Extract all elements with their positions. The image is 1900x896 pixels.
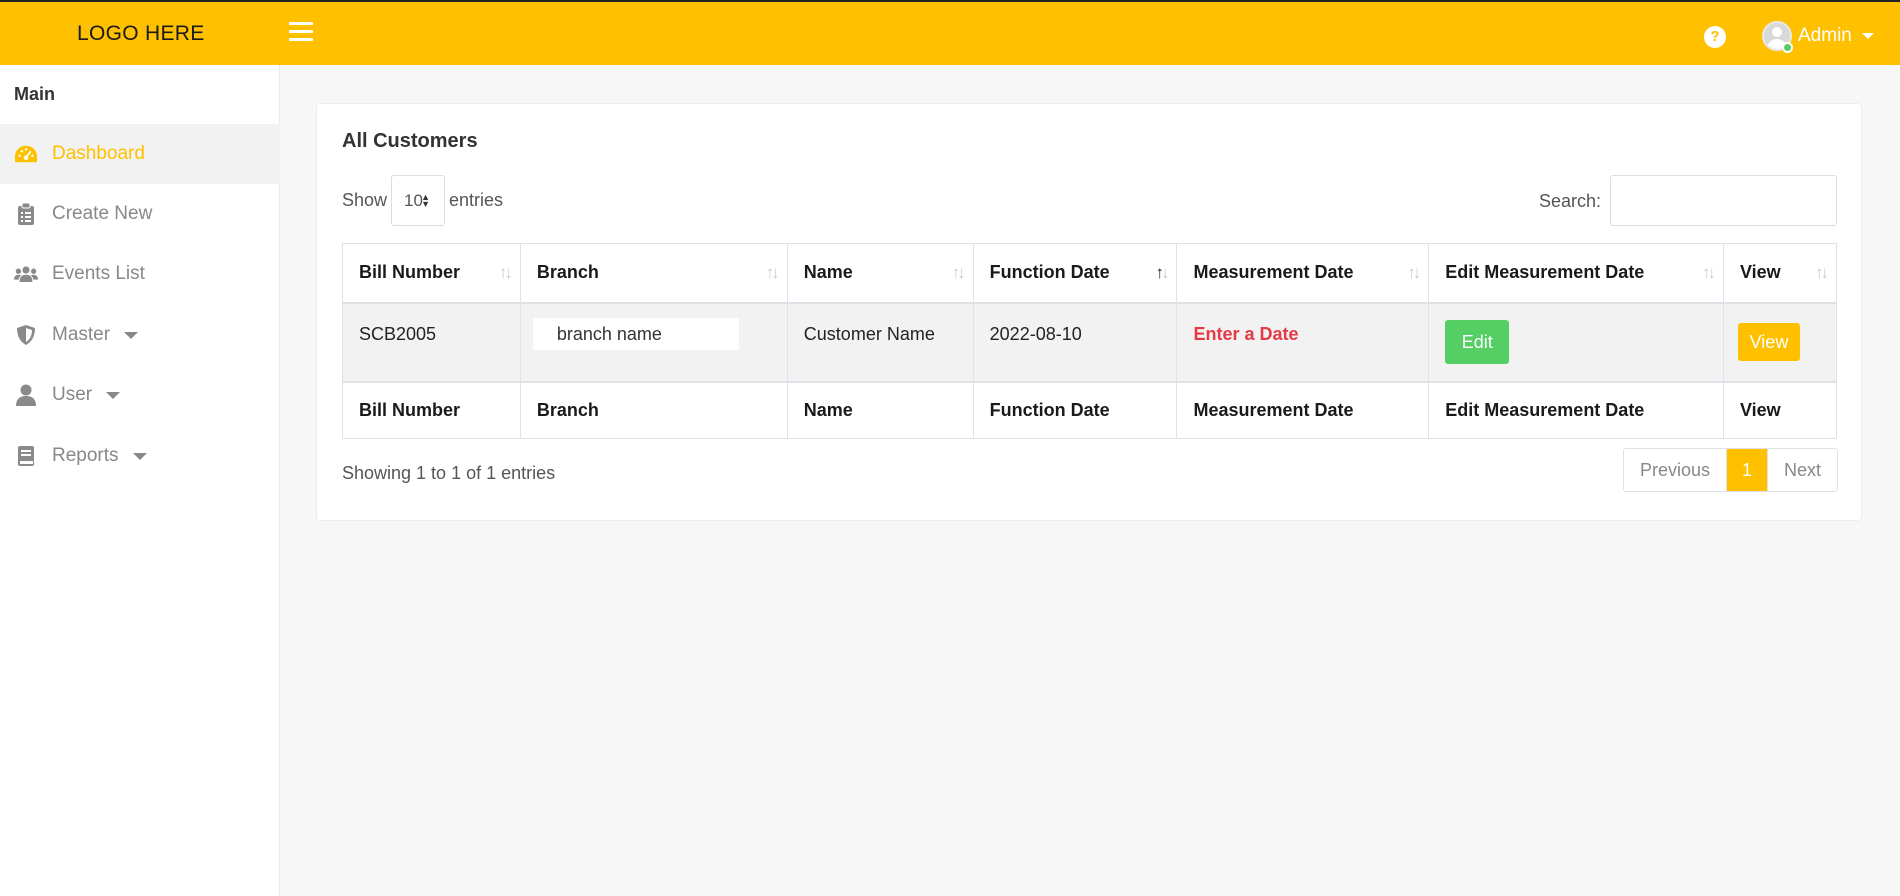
column-header-branch[interactable]: Branch ↑↓ <box>519 243 788 304</box>
logo[interactable]: LOGO HERE <box>77 22 205 46</box>
sidebar-item-master[interactable]: Master <box>0 305 280 365</box>
enter-date-link[interactable]: Enter a Date <box>1193 324 1298 344</box>
clipboard-icon <box>14 202 38 226</box>
sidebar-item-label: Dashboard <box>52 143 145 164</box>
show-label: Show <box>342 190 388 210</box>
sort-icon: ↑↓ <box>498 263 513 282</box>
sort-icon: ↑↓ <box>951 263 966 282</box>
page-title: All Customers <box>342 130 478 152</box>
footer-view: View <box>1722 380 1838 439</box>
previous-page-button[interactable]: Previous <box>1624 449 1727 491</box>
cell-function-date: 2022-08-10 <box>972 302 1178 382</box>
view-button[interactable]: View <box>1737 323 1800 361</box>
sidebar-title: Main <box>14 84 56 104</box>
page-length-value: 10 <box>404 191 423 210</box>
sidebar-item-reports[interactable]: Reports <box>0 426 280 486</box>
column-header-measurement-date[interactable]: Measurement Date ↑↓ <box>1176 243 1430 304</box>
footer-bill-number: Bill Number <box>342 380 521 439</box>
sidebar-item-label: Master <box>52 324 111 345</box>
select-arrows-icon: ▲ ▼ <box>421 192 430 209</box>
online-status-icon <box>1782 42 1793 53</box>
cell-view: View <box>1722 302 1838 382</box>
dashboard-icon <box>14 142 38 166</box>
footer-measurement-date: Measurement Date <box>1176 380 1430 439</box>
column-header-name[interactable]: Name ↑↓ <box>786 243 974 304</box>
table-info: Showing 1 to 1 of 1 entries <box>342 463 556 483</box>
table-footer-row: Bill Number Branch Name Function Date Me… <box>342 380 1838 439</box>
sidebar-item-label: Events List <box>52 263 145 284</box>
help-icon[interactable]: ? <box>1704 26 1726 48</box>
table-header-row: Bill Number ↑↓ Branch ↑↓ Name ↑↓ Function D… <box>342 243 1838 304</box>
sidebar-item-user[interactable]: User <box>0 365 280 425</box>
customers-table: Bill Number ↑↓ Branch ↑↓ Name ↑↓ Function D… <box>342 243 1838 439</box>
user-icon <box>14 383 38 407</box>
footer-branch: Branch <box>519 380 788 439</box>
customers-card: All Customers Show 10 ▲ ▼ entries Search:… <box>316 103 1862 521</box>
page-length-select[interactable]: 10 ▲ ▼ <box>391 175 445 226</box>
branch-field[interactable]: branch name <box>532 317 739 350</box>
footer-name: Name <box>786 380 974 439</box>
sort-ascending-icon: ↑↓ <box>1155 263 1169 282</box>
table-row: SCB2005 branch name Customer Name 2022-0… <box>342 302 1838 382</box>
top-header: LOGO HERE ? Admin <box>0 0 1900 65</box>
column-header-view[interactable]: View ↑↓ <box>1722 243 1838 304</box>
column-header-edit-measurement-date[interactable]: Edit Measurement Date ↑↓ <box>1428 243 1724 304</box>
sidebar: Main Dashboard Create New Events List Ma… <box>0 65 280 896</box>
sort-icon: ↑↓ <box>1701 263 1716 282</box>
sidebar-item-create-new[interactable]: Create New <box>0 184 280 244</box>
cell-edit-measurement-date: Edit <box>1428 302 1724 382</box>
entries-label: entries <box>449 190 504 210</box>
sort-icon: ↑↓ <box>1407 263 1421 282</box>
sort-icon: ↑↓ <box>1815 263 1829 282</box>
sidebar-item-events-list[interactable]: Events List <box>0 244 280 304</box>
users-icon <box>14 262 38 286</box>
next-page-button[interactable]: Next <box>1767 449 1837 491</box>
footer-edit-measurement-date: Edit Measurement Date <box>1428 380 1724 439</box>
menu-toggle-icon[interactable] <box>289 22 313 42</box>
user-menu[interactable]: Admin <box>1762 20 1874 52</box>
sidebar-item-label: User <box>52 384 93 405</box>
column-header-function-date[interactable]: Function Date ↑↓ <box>972 243 1178 304</box>
column-header-bill-number[interactable]: Bill Number ↑↓ <box>342 243 521 304</box>
cell-branch: branch name <box>519 302 788 382</box>
shield-icon <box>14 323 38 347</box>
user-name: Admin <box>1798 25 1852 46</box>
book-icon <box>14 444 38 468</box>
search-label: Search: <box>1539 191 1602 211</box>
cell-measurement-date: Enter a Date <box>1176 302 1430 382</box>
chevron-down-icon <box>132 452 147 460</box>
search-input[interactable] <box>1610 175 1837 226</box>
footer-function-date: Function Date <box>972 380 1178 439</box>
cell-bill-number: SCB2005 <box>342 302 521 382</box>
edit-button[interactable]: Edit <box>1445 320 1510 364</box>
page-1-button[interactable]: 1 <box>1727 449 1767 491</box>
sort-icon: ↑↓ <box>765 263 780 282</box>
sidebar-item-label: Create New <box>52 203 153 224</box>
chevron-down-icon <box>106 391 121 399</box>
sidebar-item-dashboard[interactable]: Dashboard <box>0 124 280 184</box>
cell-name: Customer Name <box>786 302 974 382</box>
sidebar-item-label: Reports <box>52 445 119 466</box>
chevron-down-icon <box>124 331 139 339</box>
chevron-down-icon <box>1861 33 1874 39</box>
pagination: Previous 1 Next <box>1623 448 1838 492</box>
